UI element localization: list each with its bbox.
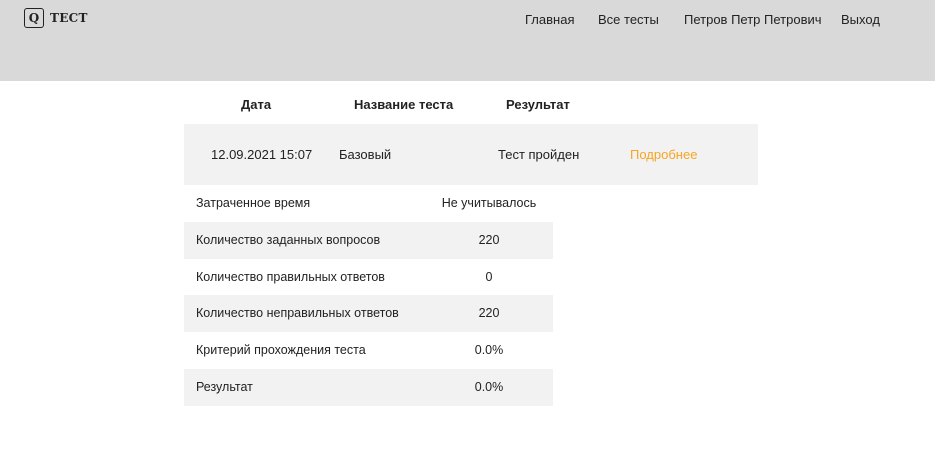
detail-row: Количество заданных вопросов 220 xyxy=(184,221,553,259)
nav-logout-link[interactable]: Выход xyxy=(841,12,880,27)
detail-label: Количество неправильных ответов xyxy=(196,306,399,321)
detail-value: 0.0% xyxy=(474,343,504,358)
detail-row: Количество неправильных ответов 220 xyxy=(184,295,553,333)
result-status: Тест пройден xyxy=(498,147,580,162)
logo-text: ТЕСТ xyxy=(50,11,88,25)
result-date: 12.09.2021 15:07 xyxy=(211,147,313,162)
nav-user-link[interactable]: Петров Петр Петрович xyxy=(684,12,822,27)
result-row: 12.09.2021 15:07 Базовый Тест пройден По… xyxy=(184,124,758,185)
detail-label: Затраченное время xyxy=(196,196,311,210)
results-table-header: Дата Название теста Результат xyxy=(184,97,758,115)
column-header-date: Дата xyxy=(241,97,272,112)
logo[interactable]: Q ТЕСТ xyxy=(24,8,88,28)
detail-label: Результат xyxy=(196,379,253,394)
detail-value: 0.0% xyxy=(474,379,504,394)
details-link[interactable]: Подробнее xyxy=(630,147,697,162)
result-test-name: Базовый xyxy=(339,147,392,162)
logo-icon: Q xyxy=(24,8,44,28)
top-header: Q ТЕСТ Главная Все тесты Петров Петр Пет… xyxy=(0,0,935,81)
nav-home-link[interactable]: Главная xyxy=(525,12,574,27)
nav-all-tests-link[interactable]: Все тесты xyxy=(598,12,659,27)
detail-value: 0 xyxy=(485,269,493,284)
detail-row: Критерий прохождения теста 0.0% xyxy=(184,332,553,369)
detail-label: Критерий прохождения теста xyxy=(196,343,366,358)
column-header-test-name: Название теста xyxy=(354,97,454,112)
detail-row: Затраченное время Не учитывалось xyxy=(184,185,553,222)
column-header-result: Результат xyxy=(506,97,570,112)
detail-row: Результат 0.0% xyxy=(184,368,553,406)
details-table: Затраченное время Не учитывалось Количес… xyxy=(184,185,553,406)
detail-row: Количество правильных ответов 0 xyxy=(184,259,553,296)
detail-value: Не учитывалось xyxy=(441,196,537,210)
detail-label: Количество заданных вопросов xyxy=(196,232,381,247)
detail-label: Количество правильных ответов xyxy=(196,269,385,284)
detail-value: 220 xyxy=(478,306,500,321)
detail-value: 220 xyxy=(478,232,500,247)
